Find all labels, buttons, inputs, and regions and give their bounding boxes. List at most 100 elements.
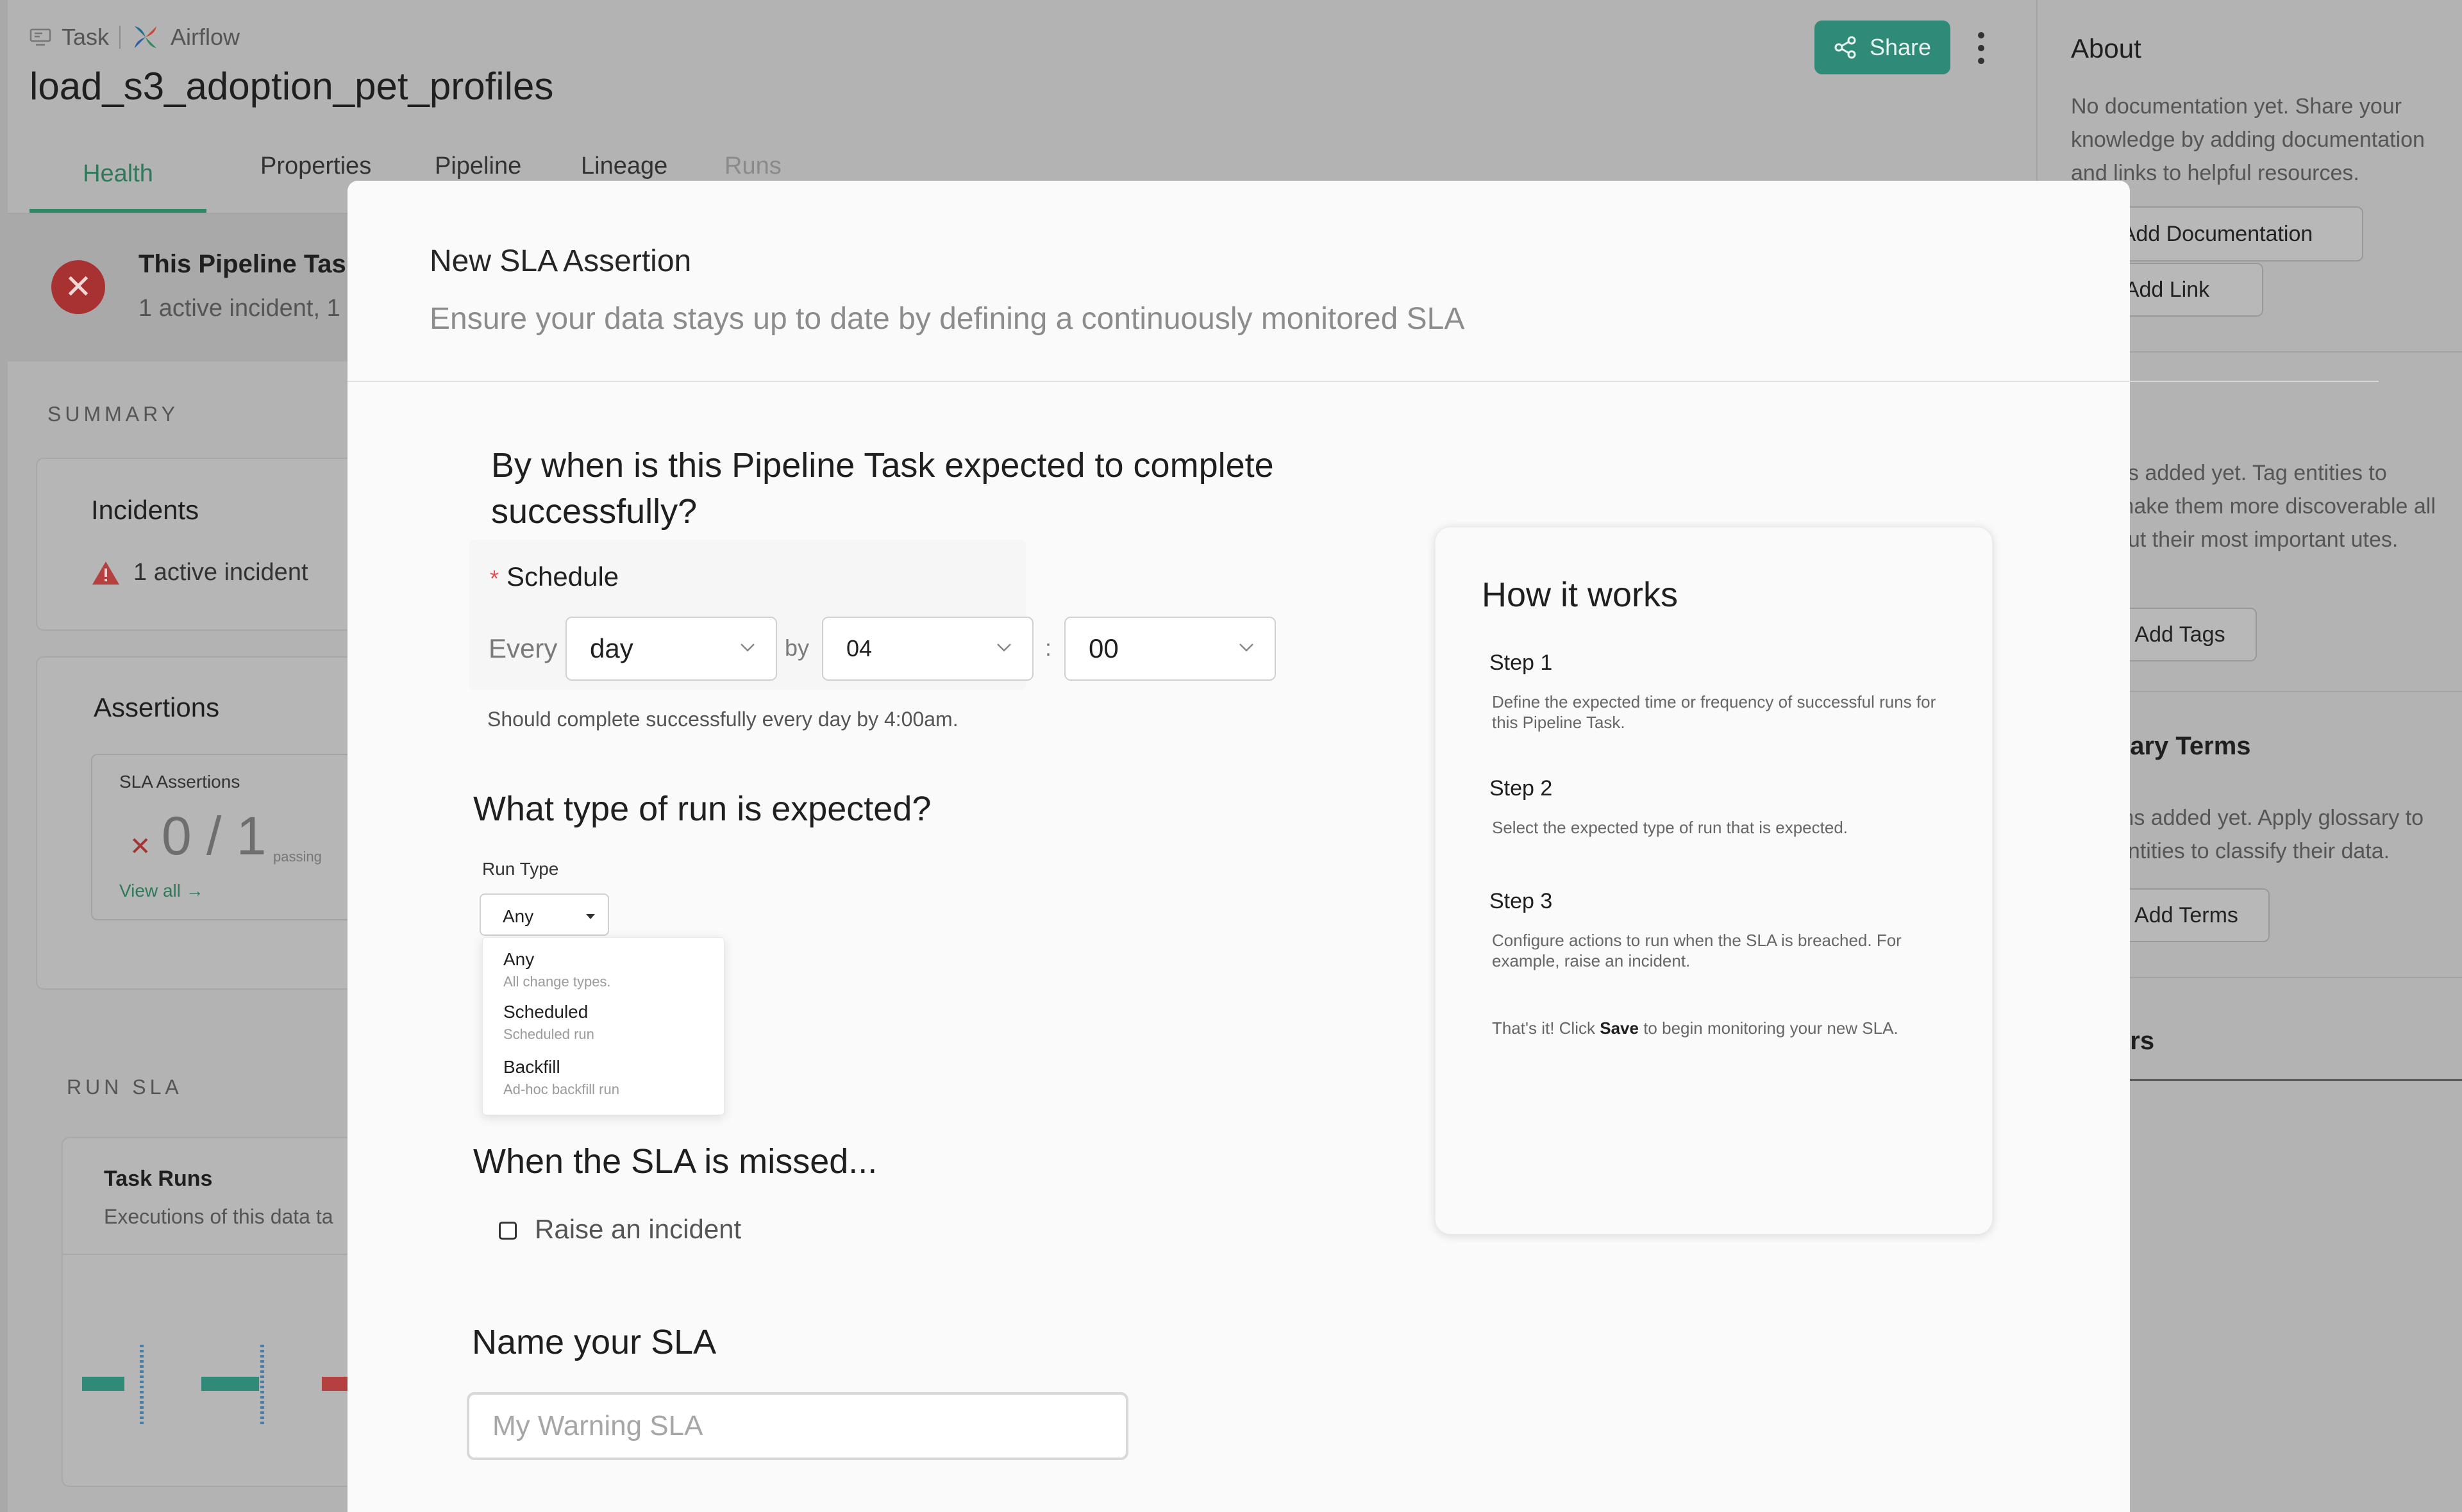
owners-underline: [2129, 1079, 2462, 1081]
every-label: Every: [489, 633, 558, 663]
modal-subtitle: Ensure your data stays up to date by def…: [430, 302, 1465, 336]
run-bar-success[interactable]: [82, 1377, 124, 1391]
assertions-card: Assertions SLA Assertions ✕ 0 / 1 passin…: [36, 656, 399, 990]
platform-name: Airflow: [171, 24, 240, 50]
failing-icon: ✕: [130, 833, 151, 861]
entity-meta: Task Airflow: [29, 24, 240, 50]
name-question: Name your SLA: [472, 1323, 717, 1361]
schedule-hint: Should complete successfully every day b…: [487, 708, 959, 731]
required-marker: *: [490, 565, 499, 592]
final-prefix: That's it! Click: [1492, 1018, 1595, 1038]
by-label: by: [785, 635, 810, 661]
left-edge: [0, 0, 8, 1512]
incident-count-label: active incident: [153, 559, 308, 586]
new-sla-assertion-modal: New SLA Assertion Ensure your data stays…: [348, 181, 2130, 1512]
run-type-select[interactable]: Any: [480, 893, 609, 936]
view-all-link[interactable]: View all →: [119, 881, 204, 901]
sidebar-divider-light: [2129, 381, 2379, 382]
raise-incident-checkbox[interactable]: [499, 1222, 517, 1240]
frequency-select[interactable]: day: [565, 617, 777, 681]
hour-value: 04: [846, 635, 873, 661]
run-type-value: Any: [503, 906, 534, 926]
about-text: No documentation yet. Share your knowled…: [2071, 94, 2425, 185]
about-title: About: [2071, 33, 2141, 63]
run-type-label: Run Type: [482, 859, 559, 879]
share-button[interactable]: Share: [1814, 21, 1950, 74]
chevron-down-icon: [741, 644, 755, 652]
run-bar-success[interactable]: [201, 1377, 259, 1391]
passing-ratio: 0 / 1: [162, 806, 267, 866]
run-type-option-any[interactable]: Any All change types.: [503, 949, 611, 990]
sla-name-input[interactable]: [469, 1395, 1126, 1458]
schedule-question-line1: By when is this Pipeline Task expected t…: [491, 446, 1274, 485]
option-description: Scheduled run: [503, 1026, 594, 1042]
summary-label: SUMMARY: [47, 403, 179, 426]
option-title: Scheduled: [503, 1002, 589, 1022]
run-type-question: What type of run is expected?: [473, 790, 932, 828]
step-2-description: Select the expected type of run that is …: [1492, 818, 1848, 837]
chevron-down-icon: [997, 644, 1011, 652]
meta-divider: [119, 26, 121, 49]
passing-label: passing: [273, 849, 322, 865]
incidents-card: Incidents 1 active incident: [36, 458, 395, 631]
task-runs-card: Task Runs Executions of this data ta: [62, 1137, 396, 1487]
task-runs-title: Task Runs: [104, 1167, 213, 1191]
tab-runs[interactable]: Runs: [724, 149, 782, 180]
step-3-description: Configure actions to run when the SLA is…: [1492, 931, 1902, 970]
schedule-label: Schedule: [507, 561, 619, 592]
how-it-works-panel: How it works Step 1 Define the expected …: [1435, 527, 1993, 1234]
time-colon: :: [1045, 635, 1052, 661]
incident-count: 1: [133, 559, 147, 586]
modal-title: New SLA Assertion: [430, 244, 692, 278]
run-tick: [140, 1345, 144, 1424]
error-status-icon: ✕: [51, 260, 105, 314]
option-title: Backfill: [503, 1057, 560, 1077]
page-title: load_s3_adoption_pet_profiles: [29, 65, 554, 108]
caret-down-icon: [586, 914, 595, 919]
run-type-dropdown: Any All change types. Scheduled Schedule…: [482, 937, 724, 1115]
how-it-works-title: How it works: [1482, 576, 1679, 614]
schedule-question-line2: successfully?: [491, 492, 698, 531]
raise-incident-label[interactable]: Raise an incident: [535, 1214, 741, 1245]
final-save-word: Save: [1600, 1018, 1639, 1038]
task-runs-subtitle: Executions of this data ta: [104, 1205, 333, 1228]
schedule-question: By when is this Pipeline Task expected t…: [491, 442, 1274, 535]
tab-lineage[interactable]: Lineage: [581, 149, 667, 180]
minute-value: 00: [1089, 633, 1119, 663]
final-suffix: to begin monitoring your new SLA.: [1643, 1018, 1898, 1038]
run-type-option-backfill[interactable]: Backfill Ad-hoc backfill run: [503, 1057, 619, 1098]
active-incident-count[interactable]: 1 active incident: [133, 559, 308, 586]
sla-name-field: [467, 1392, 1128, 1460]
task-runs-divider: [63, 1254, 396, 1255]
tab-pipeline[interactable]: Pipeline: [435, 149, 521, 180]
step-1-description: Define the expected time or frequency of…: [1492, 692, 1936, 732]
assertions-title: Assertions: [94, 692, 220, 722]
banner-subtitle: 1 active incident, 1: [138, 295, 340, 322]
banner-title: This Pipeline Task: [138, 250, 361, 278]
run-sla-label: RUN SLA: [67, 1076, 183, 1099]
step-3-title: Step 3: [1489, 889, 1553, 913]
step-2-title: Step 2: [1489, 776, 1553, 801]
more-options-icon[interactable]: [1968, 26, 1994, 71]
airflow-logo-icon: [135, 26, 157, 48]
tags-empty-text: gs added yet. Tag entities to make them …: [2116, 461, 2436, 552]
hour-select[interactable]: 04: [822, 617, 1034, 681]
final-instruction: That's it! Click Save to begin monitorin…: [1492, 1018, 1898, 1038]
frequency-value: day: [590, 633, 633, 663]
task-icon: [29, 28, 51, 46]
option-description: All change types.: [503, 974, 611, 990]
tab-properties[interactable]: Properties: [260, 149, 371, 180]
glossary-empty-text: ms added yet. Apply glossary to entities…: [2116, 806, 2424, 863]
run-tick: [260, 1345, 264, 1424]
sla-assertions-label: SLA Assertions: [119, 772, 240, 792]
incidents-title: Incidents: [91, 495, 199, 525]
step-1-title: Step 1: [1489, 651, 1553, 675]
option-title: Any: [503, 949, 535, 969]
warning-icon: [92, 561, 119, 585]
tab-health[interactable]: Health: [29, 149, 206, 213]
sla-missed-question: When the SLA is missed...: [473, 1142, 878, 1181]
run-type-option-scheduled[interactable]: Scheduled Scheduled run: [503, 1002, 594, 1043]
option-description: Ad-hoc backfill run: [503, 1081, 619, 1097]
share-icon: [1834, 36, 1856, 59]
minute-select[interactable]: 00: [1064, 617, 1276, 681]
